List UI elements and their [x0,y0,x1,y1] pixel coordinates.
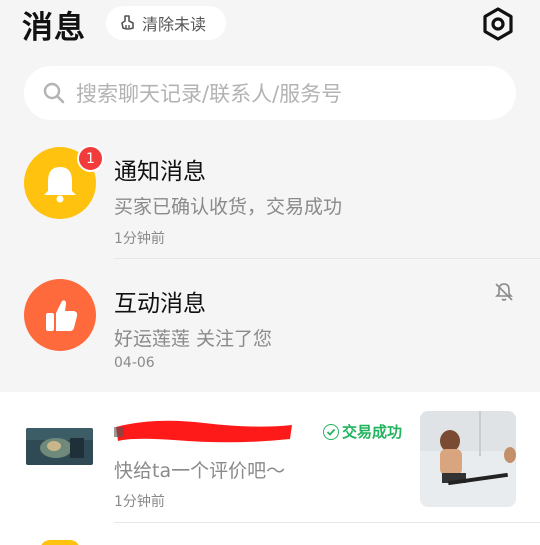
redacted-username [114,420,292,443]
conversation-preview: 买家已确认收货，交易成功 [114,196,343,218]
search-bar[interactable]: 搜索聊天记录/联系人/服务号 [24,66,516,120]
conversation-preview: 好运莲莲 关注了您 [114,328,273,350]
trade-status-label: 交易成功 [342,423,403,441]
conversation-preview: 快给ta一个评价吧～ [114,460,286,482]
conversation-time: 1分钟前 [114,231,165,247]
check-icon [323,423,339,440]
header: 消息 清除未读 [0,0,540,50]
clear-unread-button[interactable]: 清除未读 [106,6,226,40]
product-thumbnail [420,411,516,507]
mute-bell-icon [495,283,513,301]
interaction-avatar [24,279,96,351]
conversation-name: 通知消息 [114,159,206,185]
conversation-time: 04-06 [114,355,155,371]
search-placeholder: 搜索聊天记录/联系人/服务号 [76,82,343,106]
next-conversation-avatar [40,540,80,545]
user-avatar [26,428,93,465]
divider [114,258,540,259]
trade-status-tag: 交易成功 [323,421,402,442]
search-icon [43,82,65,104]
unread-badge: 1 [77,145,104,172]
conversation-time: 1分钟前 [114,494,165,510]
thumbs-up-icon [46,300,78,331]
page-title: 消息 [22,10,86,46]
divider [114,522,540,523]
settings-icon[interactable] [480,6,516,42]
conversation-name: 互动消息 [114,291,206,317]
broom-icon [121,15,134,30]
clear-unread-label: 清除未读 [142,15,207,34]
